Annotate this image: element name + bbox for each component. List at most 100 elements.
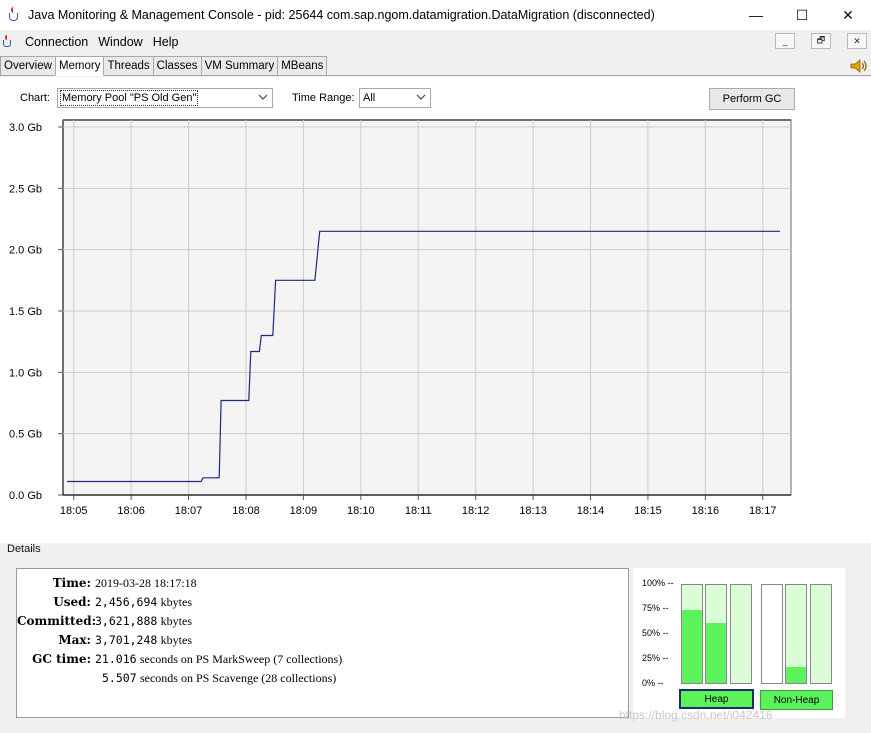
non-heap-pool-bar[interactable] xyxy=(785,584,807,684)
y-tick-label: 1.0 Gb xyxy=(9,367,42,379)
chevron-down-icon xyxy=(416,94,426,100)
committed-value: 3,621,888 xyxy=(95,614,158,628)
x-tick-label: 18:05 xyxy=(60,505,88,517)
y-tick-label: 1.5 Gb xyxy=(9,306,42,318)
watermark: https://blog.csdn.net/i042416 xyxy=(619,708,773,722)
title-bar: Java Monitoring & Management Console - p… xyxy=(0,0,871,30)
percent-label: 50% -- xyxy=(642,628,669,638)
details-gc2-row: 5.507 seconds on PS Scavenge (28 collect… xyxy=(17,671,336,689)
maximize-button[interactable]: ☐ xyxy=(779,0,825,30)
details-title: Details xyxy=(7,543,41,555)
x-tick-label: 18:14 xyxy=(577,505,605,517)
chevron-down-icon xyxy=(258,94,268,100)
non-heap-pool-bar[interactable] xyxy=(810,584,832,684)
menu-window[interactable]: Window xyxy=(93,35,147,49)
details-time-row: Time: 2019-03-28 18:17:18 xyxy=(17,576,197,594)
internal-close-button[interactable]: ✕ xyxy=(847,33,867,49)
details-used-row: Used: 2,456,694 kbytes xyxy=(17,595,192,613)
perform-gc-button[interactable]: Perform GC xyxy=(709,88,795,110)
percent-label: 75% -- xyxy=(642,603,669,613)
time-label: Time: xyxy=(52,576,91,590)
details-max-row: Max: 3,701,248 kbytes xyxy=(17,633,192,651)
percent-label: 100% -- xyxy=(642,578,674,588)
java-icon[interactable] xyxy=(1,34,15,49)
used-unit: kbytes xyxy=(160,595,192,609)
y-tick-label: 3.0 Gb xyxy=(9,122,42,134)
used-label: Used: xyxy=(53,595,91,609)
non-heap-button[interactable]: Non-Heap xyxy=(760,690,833,710)
memory-panel: Chart: Memory Pool "PS Old Gen" Time Ran… xyxy=(0,77,871,733)
menu-bar: Connection Window Help _ 🗗 ✕ xyxy=(0,30,871,53)
memory-pools-box: 100% -- 75% -- 50% -- 25% -- 0% -- Heap Non-He… xyxy=(633,568,845,718)
time-range-label: Time Range: xyxy=(292,92,355,104)
gc1-value: 21.016 xyxy=(95,652,137,666)
window-title: Java Monitoring & Management Console - p… xyxy=(28,8,655,22)
x-tick-label: 18:17 xyxy=(749,505,777,517)
x-tick-label: 18:11 xyxy=(405,505,432,517)
tab-memory[interactable]: Memory xyxy=(54,56,105,76)
close-icon: ✕ xyxy=(853,35,861,46)
y-tick-label: 0.5 Gb xyxy=(9,429,42,441)
y-tick-label: 2.0 Gb xyxy=(9,245,42,257)
chart-select[interactable]: Memory Pool "PS Old Gen" xyxy=(57,88,273,108)
memory-chart: 0.0 Gb 0.5 Gb 1.0 Gb 1.5 Gb 2.0 Gb 2.5 Gb 3.0 … xyxy=(9,119,792,517)
minimize-icon: — xyxy=(749,7,763,23)
gc1-text: seconds on PS MarkSweep (7 collections) xyxy=(139,652,343,666)
details-gc1-row: GC time: 21.016 seconds on PS MarkSweep … xyxy=(17,652,342,670)
pool-usage-fill xyxy=(786,667,806,683)
menu-connection[interactable]: Connection xyxy=(20,35,93,49)
internal-minimize-button[interactable]: _ xyxy=(775,33,795,49)
details-box: Time: 2019-03-28 18:17:18 Used: 2,456,69… xyxy=(16,568,629,718)
tab-bar: Overview Memory Threads Classes VM Summa… xyxy=(0,56,871,76)
heap-pool-bar[interactable] xyxy=(730,584,752,684)
max-label: Max: xyxy=(58,633,91,647)
pool-usage-fill xyxy=(682,609,702,683)
tab-vm-summary[interactable]: VM Summary xyxy=(200,56,279,75)
y-tick-label: 2.5 Gb xyxy=(9,183,42,195)
x-tick-label: 18:09 xyxy=(290,505,318,517)
percent-label: 25% -- xyxy=(642,653,669,663)
committed-unit: kbytes xyxy=(160,614,192,628)
tab-threads[interactable]: Threads xyxy=(103,56,154,75)
tab-mbeans[interactable]: MBeans xyxy=(277,56,328,75)
time-range-value: All xyxy=(363,92,376,104)
heap-pool-bar[interactable] xyxy=(705,584,727,684)
committed-label: Committed: xyxy=(17,614,97,628)
maximize-icon: ☐ xyxy=(795,6,809,23)
close-icon: ✕ xyxy=(842,6,854,23)
minimize-button[interactable]: — xyxy=(733,0,779,30)
x-tick-label: 18:15 xyxy=(634,505,662,517)
chart-label: Chart: xyxy=(20,92,50,104)
x-tick-label: 18:13 xyxy=(519,505,547,517)
x-tick-label: 18:16 xyxy=(692,505,720,517)
x-tick-label: 18:10 xyxy=(347,505,375,517)
plot-area xyxy=(62,119,792,496)
gc2-value: 5.507 xyxy=(102,671,137,685)
y-tick-label: 0.0 Gb xyxy=(9,490,42,502)
gc-time-label: GC time: xyxy=(32,652,91,666)
non-heap-pool-bar[interactable] xyxy=(761,584,783,684)
x-tick-label: 18:12 xyxy=(462,505,490,517)
used-value: 2,456,694 xyxy=(95,595,158,609)
java-icon xyxy=(6,7,22,23)
x-tick-label: 18:06 xyxy=(117,505,145,517)
minimize-icon: _ xyxy=(782,36,788,46)
heap-button[interactable]: Heap xyxy=(679,689,754,709)
max-value: 3,701,248 xyxy=(95,633,158,647)
menu-help[interactable]: Help xyxy=(148,35,184,49)
details-panel: Details Time: 2019-03-28 18:17:18 Used: … xyxy=(0,543,871,733)
heap-pool-bar[interactable] xyxy=(681,584,703,684)
time-range-select[interactable]: All xyxy=(359,88,431,108)
x-tick-label: 18:08 xyxy=(232,505,260,517)
internal-restore-button[interactable]: 🗗 xyxy=(811,33,831,49)
close-button[interactable]: ✕ xyxy=(825,0,871,30)
connection-status-icon[interactable] xyxy=(849,58,869,74)
tab-overview[interactable]: Overview xyxy=(0,56,56,75)
percent-label: 0% -- xyxy=(642,678,664,688)
pool-usage-fill xyxy=(706,623,726,683)
max-unit: kbytes xyxy=(160,633,192,647)
tab-classes[interactable]: Classes xyxy=(152,56,202,75)
gc2-text: seconds on PS Scavenge (28 collections) xyxy=(139,671,337,685)
chart-select-value: Memory Pool "PS Old Gen" xyxy=(60,90,199,106)
restore-icon: 🗗 xyxy=(816,35,826,45)
